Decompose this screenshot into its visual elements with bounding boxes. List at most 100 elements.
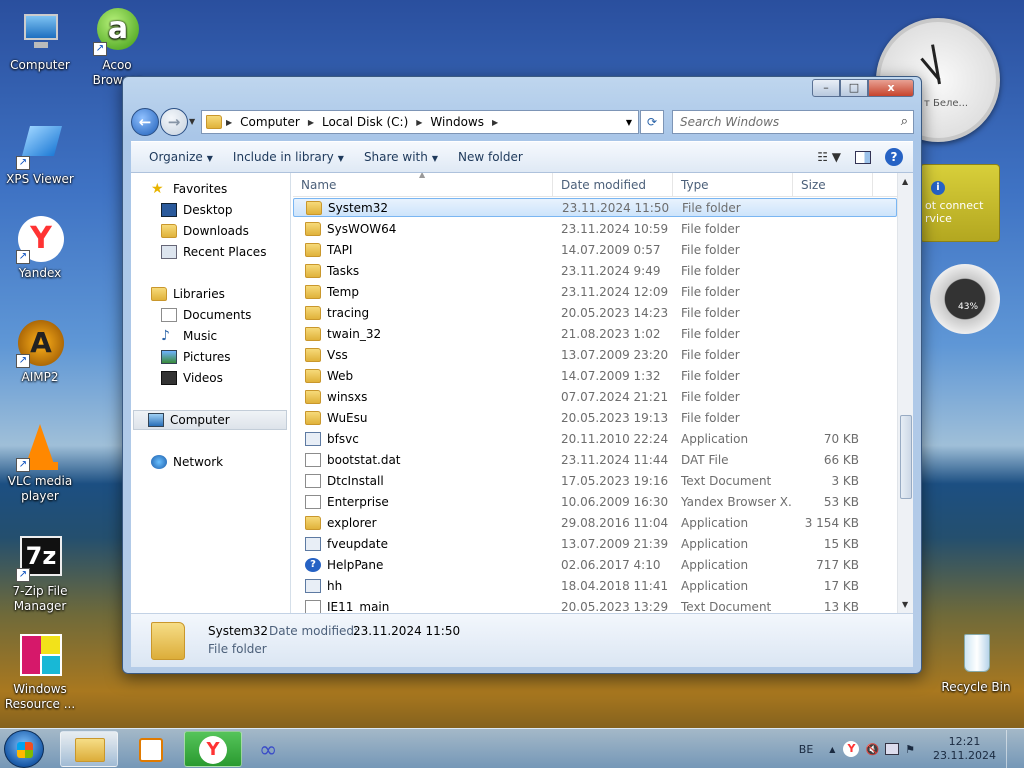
organize-button[interactable]: Organize ▼: [139, 150, 223, 164]
yandex-tray-icon[interactable]: Y: [843, 741, 860, 757]
taskbar-explorer-button[interactable]: [60, 731, 118, 767]
taskbar-media-button[interactable]: [122, 731, 180, 767]
file-row[interactable]: SysWOW64 23.11.2024 10:59 File folder: [293, 218, 897, 239]
nav-music[interactable]: ♪ Music: [161, 326, 217, 346]
file-type: Application: [681, 431, 749, 446]
file-date: 23.11.2024 12:09: [561, 284, 669, 299]
chevron-right-icon[interactable]: ▶: [308, 118, 314, 127]
preview-pane-button[interactable]: [855, 150, 871, 164]
file-row[interactable]: Tasks 23.11.2024 9:49 File folder: [293, 260, 897, 281]
file-row[interactable]: TAPI 14.07.2009 0:57 File folder: [293, 239, 897, 260]
forward-button[interactable]: →: [160, 108, 188, 136]
scroll-up-icon[interactable]: ▲: [902, 177, 908, 186]
desktop-icon-vlc[interactable]: ↗ VLC media player: [0, 424, 80, 504]
nav-network[interactable]: Network: [151, 452, 223, 472]
infinity-icon: ∞: [259, 738, 278, 763]
search-icon[interactable]: ⌕: [901, 114, 908, 129]
file-row[interactable]: Temp 23.11.2024 12:09 File folder: [293, 281, 897, 302]
help-button[interactable]: ?: [885, 148, 903, 166]
file-row[interactable]: fveupdate 13.07.2009 21:39 Application 15 K…: [293, 533, 897, 554]
nav-documents[interactable]: Documents: [161, 305, 251, 325]
start-button[interactable]: [4, 730, 44, 768]
language-indicator[interactable]: BE: [799, 743, 814, 756]
column-size[interactable]: Size: [793, 173, 873, 196]
search-box[interactable]: ⌕: [672, 110, 914, 134]
scrollbar-thumb[interactable]: [900, 415, 912, 499]
file-row[interactable]: System32 23.11.2024 11:50 File folder: [293, 198, 897, 217]
downloads-folder-icon: [161, 224, 177, 238]
minimize-button[interactable]: –: [812, 79, 840, 97]
desktop-icon-xps-viewer[interactable]: ↗ XPS Viewer: [0, 122, 80, 187]
address-bar[interactable]: ▶ Computer ▶ Local Disk (C:) ▶ Windows ▶…: [201, 110, 639, 134]
volume-muted-icon[interactable]: 🔇: [865, 743, 879, 756]
chevron-right-icon[interactable]: ▶: [492, 118, 498, 127]
nav-computer[interactable]: Computer: [133, 410, 287, 430]
file-row[interactable]: IE11_main 20.05.2023 13:29 Text Document 13…: [293, 596, 897, 613]
meter-value: 43%: [958, 302, 979, 312]
explorer-window[interactable]: – □ x ← → ▼ ▶ Computer ▶ Local Disk (C:)…: [122, 76, 922, 674]
file-size: 15 KB: [823, 536, 859, 551]
change-view-button[interactable]: ☷ ▼: [817, 150, 841, 164]
desktop-icon-7zip[interactable]: 7z ↗ 7-Zip File Manager: [0, 534, 80, 614]
desktop-icon-computer[interactable]: Computer: [0, 8, 80, 73]
file-row[interactable]: hh 18.04.2018 11:41 Application 17 KB: [293, 575, 897, 596]
file-row[interactable]: ? HelpPane 02.06.2017 4:10 Application 717 K…: [293, 554, 897, 575]
nav-recent-places[interactable]: Recent Places: [161, 242, 266, 262]
file-row[interactable]: bfsvc 20.11.2010 22:24 Application 70 KB: [293, 428, 897, 449]
cpu-meter-gadget[interactable]: 43%: [920, 250, 1000, 350]
action-center-flag-icon[interactable]: ⚑: [905, 743, 915, 756]
desktop-icon-recycle-bin[interactable]: Recycle Bin: [936, 630, 1016, 695]
include-in-library-button[interactable]: Include in library ▼: [223, 150, 354, 164]
nav-pictures[interactable]: Pictures: [161, 347, 231, 367]
chevron-right-icon[interactable]: ▶: [226, 118, 232, 127]
taskbar-clock[interactable]: 12:21 23.11.2024: [933, 735, 996, 763]
column-date-modified[interactable]: Date modified: [553, 173, 673, 196]
search-input[interactable]: [673, 111, 883, 133]
file-date: 29.08.2016 11:04: [561, 515, 669, 530]
file-row[interactable]: bootstat.dat 23.11.2024 11:44 DAT File 66 K…: [293, 449, 897, 470]
column-type[interactable]: Type: [673, 173, 793, 196]
file-row[interactable]: WuEsu 20.05.2023 19:13 File folder: [293, 407, 897, 428]
desktop-icon-aimp2[interactable]: A ↗ AIMP2: [0, 320, 80, 385]
nav-downloads[interactable]: Downloads: [161, 221, 249, 241]
file-name-cell: tracing: [293, 305, 553, 320]
nav-desktop[interactable]: Desktop: [161, 200, 233, 220]
scroll-down-icon[interactable]: ▼: [902, 600, 908, 609]
address-dropdown-icon[interactable]: ▼: [626, 118, 632, 127]
file-row[interactable]: explorer 29.08.2016 11:04 Application 3 154…: [293, 512, 897, 533]
nav-videos[interactable]: Videos: [161, 368, 223, 388]
file-date: 20.11.2010 22:24: [561, 431, 669, 446]
file-row[interactable]: twain_32 21.08.2023 1:02 File folder: [293, 323, 897, 344]
breadcrumb-local-disk[interactable]: Local Disk (C:): [322, 115, 408, 129]
file-row[interactable]: DtcInstall 17.05.2023 19:16 Text Document 3…: [293, 470, 897, 491]
desktop-icon-yandex[interactable]: Y ↗ Yandex: [0, 216, 80, 281]
recent-pages-dropdown-icon[interactable]: ▼: [189, 117, 195, 126]
chevron-right-icon[interactable]: ▶: [416, 118, 422, 127]
vertical-scrollbar[interactable]: ▲ ▼: [897, 173, 913, 613]
refresh-button[interactable]: ⟳: [640, 110, 664, 134]
show-hidden-icons-icon[interactable]: ▲: [829, 745, 835, 754]
file-row[interactable]: Web 14.07.2009 1:32 File folder: [293, 365, 897, 386]
network-tray-icon[interactable]: [885, 743, 900, 755]
file-row[interactable]: Enterprise 10.06.2009 16:30 Yandex Browser…: [293, 491, 897, 512]
file-row[interactable]: winsxs 07.07.2024 21:21 File folder: [293, 386, 897, 407]
nav-libraries[interactable]: Libraries: [151, 284, 225, 304]
column-name[interactable]: Name ▲: [293, 173, 553, 196]
taskbar-yandex-button[interactable]: Y: [184, 731, 242, 767]
desktop-icon-windows-resource[interactable]: Windows Resource ...: [0, 632, 80, 712]
taskbar-app-button[interactable]: ∞: [246, 731, 304, 767]
back-button[interactable]: ←: [131, 108, 159, 136]
share-with-button[interactable]: Share with ▼: [354, 150, 448, 164]
breadcrumb-windows[interactable]: Windows: [430, 115, 484, 129]
maximize-button[interactable]: □: [840, 79, 868, 97]
close-button[interactable]: x: [868, 79, 914, 97]
network-gadget[interactable]: i ot connect rvice: [920, 164, 1000, 242]
new-folder-button[interactable]: New folder: [448, 150, 533, 164]
file-row[interactable]: tracing 20.05.2023 14:23 File folder: [293, 302, 897, 323]
show-desktop-button[interactable]: [1006, 730, 1016, 768]
file-name-cell: TAPI: [293, 242, 553, 257]
file-row[interactable]: Vss 13.07.2009 23:20 File folder: [293, 344, 897, 365]
nav-favorites[interactable]: ★ Favorites: [151, 179, 227, 199]
file-name: WuEsu: [327, 410, 368, 425]
breadcrumb-computer[interactable]: Computer: [240, 115, 300, 129]
